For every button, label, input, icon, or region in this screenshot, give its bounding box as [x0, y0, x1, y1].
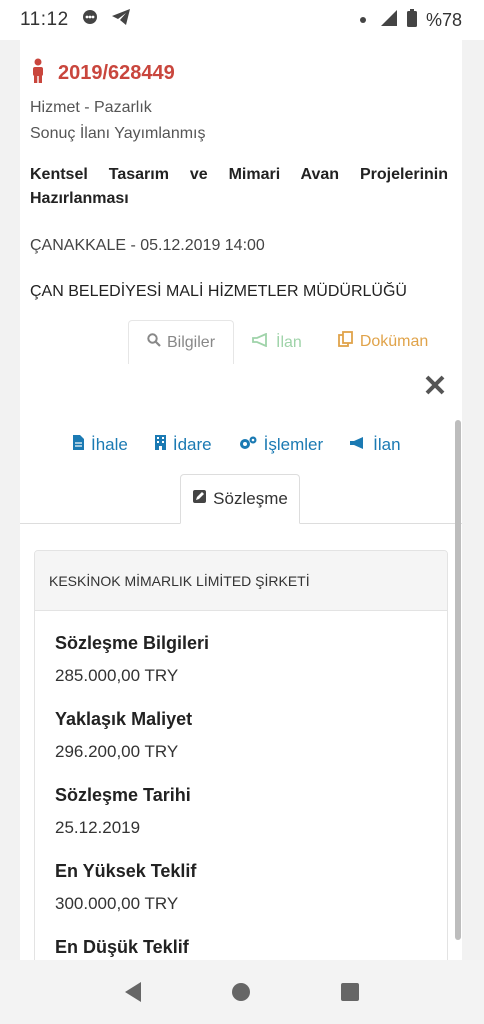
- tab-sozlesme[interactable]: Sözleşme: [180, 474, 300, 524]
- tab-ilan[interactable]: İlan: [234, 321, 320, 364]
- telegram-icon: [111, 8, 131, 32]
- back-icon[interactable]: [125, 982, 142, 1002]
- sub-nav-idare[interactable]: İdare: [154, 434, 212, 456]
- page-margin-right: [462, 40, 484, 960]
- tender-header: 2019/628449 Hizmet - Pazarlık Sonuç İlan…: [20, 40, 462, 301]
- battery-percent: %78: [425, 9, 462, 30]
- sub-nav-islemler[interactable]: İşlemler: [238, 434, 323, 456]
- copy-icon: [337, 331, 354, 352]
- detail-tabs: Bilgiler İlan Doküman: [128, 318, 446, 364]
- contract-panel: KESKİNOK MİMARLIK LİMİTED ŞİRKETİ Sözleş…: [34, 550, 448, 960]
- battery-icon: [406, 8, 418, 33]
- recent-apps-icon[interactable]: [340, 983, 359, 1001]
- sub-nav-ilan[interactable]: İlan: [349, 434, 401, 456]
- field-contract-date: Sözleşme Tarihi 25.12.2019: [55, 785, 191, 837]
- megaphone-icon: [252, 332, 270, 352]
- close-button[interactable]: [424, 372, 446, 402]
- field-estimated-cost: Yaklaşık Maliyet 296.200,00 TRY: [55, 709, 193, 761]
- tender-id[interactable]: 2019/628449: [58, 62, 175, 85]
- gears-icon: [238, 435, 258, 456]
- home-icon[interactable]: [231, 983, 250, 1001]
- scrollbar[interactable]: [455, 420, 461, 940]
- person-icon: [30, 58, 46, 89]
- field-highest-bid: En Yüksek Teklif 300.000,00 TRY: [55, 861, 197, 913]
- field-lowest-bid: En Düşük Teklif: [55, 937, 189, 957]
- notification-icon: [81, 8, 99, 32]
- tender-authority: ÇAN BELEDİYESİ MALİ HİZMETLER MÜDÜRLÜĞÜ: [30, 283, 407, 300]
- field-contract-amount: Sözleşme Bilgileri 285.000,00 TRY: [55, 633, 210, 685]
- contract-fields: Sözleşme Bilgileri 285.000,00 TRY Yaklaş…: [35, 611, 447, 959]
- android-nav-bar: [0, 960, 484, 1024]
- search-icon: [147, 333, 161, 352]
- status-time: 11:12: [20, 9, 69, 30]
- tender-type: Hizmet - Pazarlık: [30, 99, 152, 116]
- signal-icon: [380, 9, 398, 32]
- tender-place-date: ÇANAKKALE - 05.12.2019 14:00: [30, 237, 265, 254]
- tab-bilgiler[interactable]: Bilgiler: [128, 320, 235, 364]
- contract-company: KESKİNOK MİMARLIK LİMİTED ŞİRKETİ: [35, 551, 447, 611]
- status-bar: 11:12 %78: [0, 0, 484, 40]
- tender-card: 2019/628449 Hizmet - Pazarlık Sonuç İlan…: [20, 40, 462, 960]
- edit-icon: [192, 489, 207, 509]
- file-icon: [72, 434, 85, 456]
- sub-nav-ihale[interactable]: İhale: [72, 434, 128, 456]
- sub-tab-row: Sözleşme: [20, 472, 462, 524]
- tender-state: Sonuç İlanı Yayımlanmış: [30, 125, 206, 142]
- dot-icon: [359, 17, 366, 23]
- page-margin-left: [0, 40, 20, 960]
- tender-title: Kentsel Tasarım ve Mimari Avan Projeleri…: [30, 166, 448, 207]
- sub-nav: İhale İdare İşlemler İlan: [72, 434, 401, 456]
- tab-dokuman[interactable]: Doküman: [320, 319, 446, 364]
- building-icon: [154, 434, 167, 456]
- megaphone-icon: [349, 435, 367, 455]
